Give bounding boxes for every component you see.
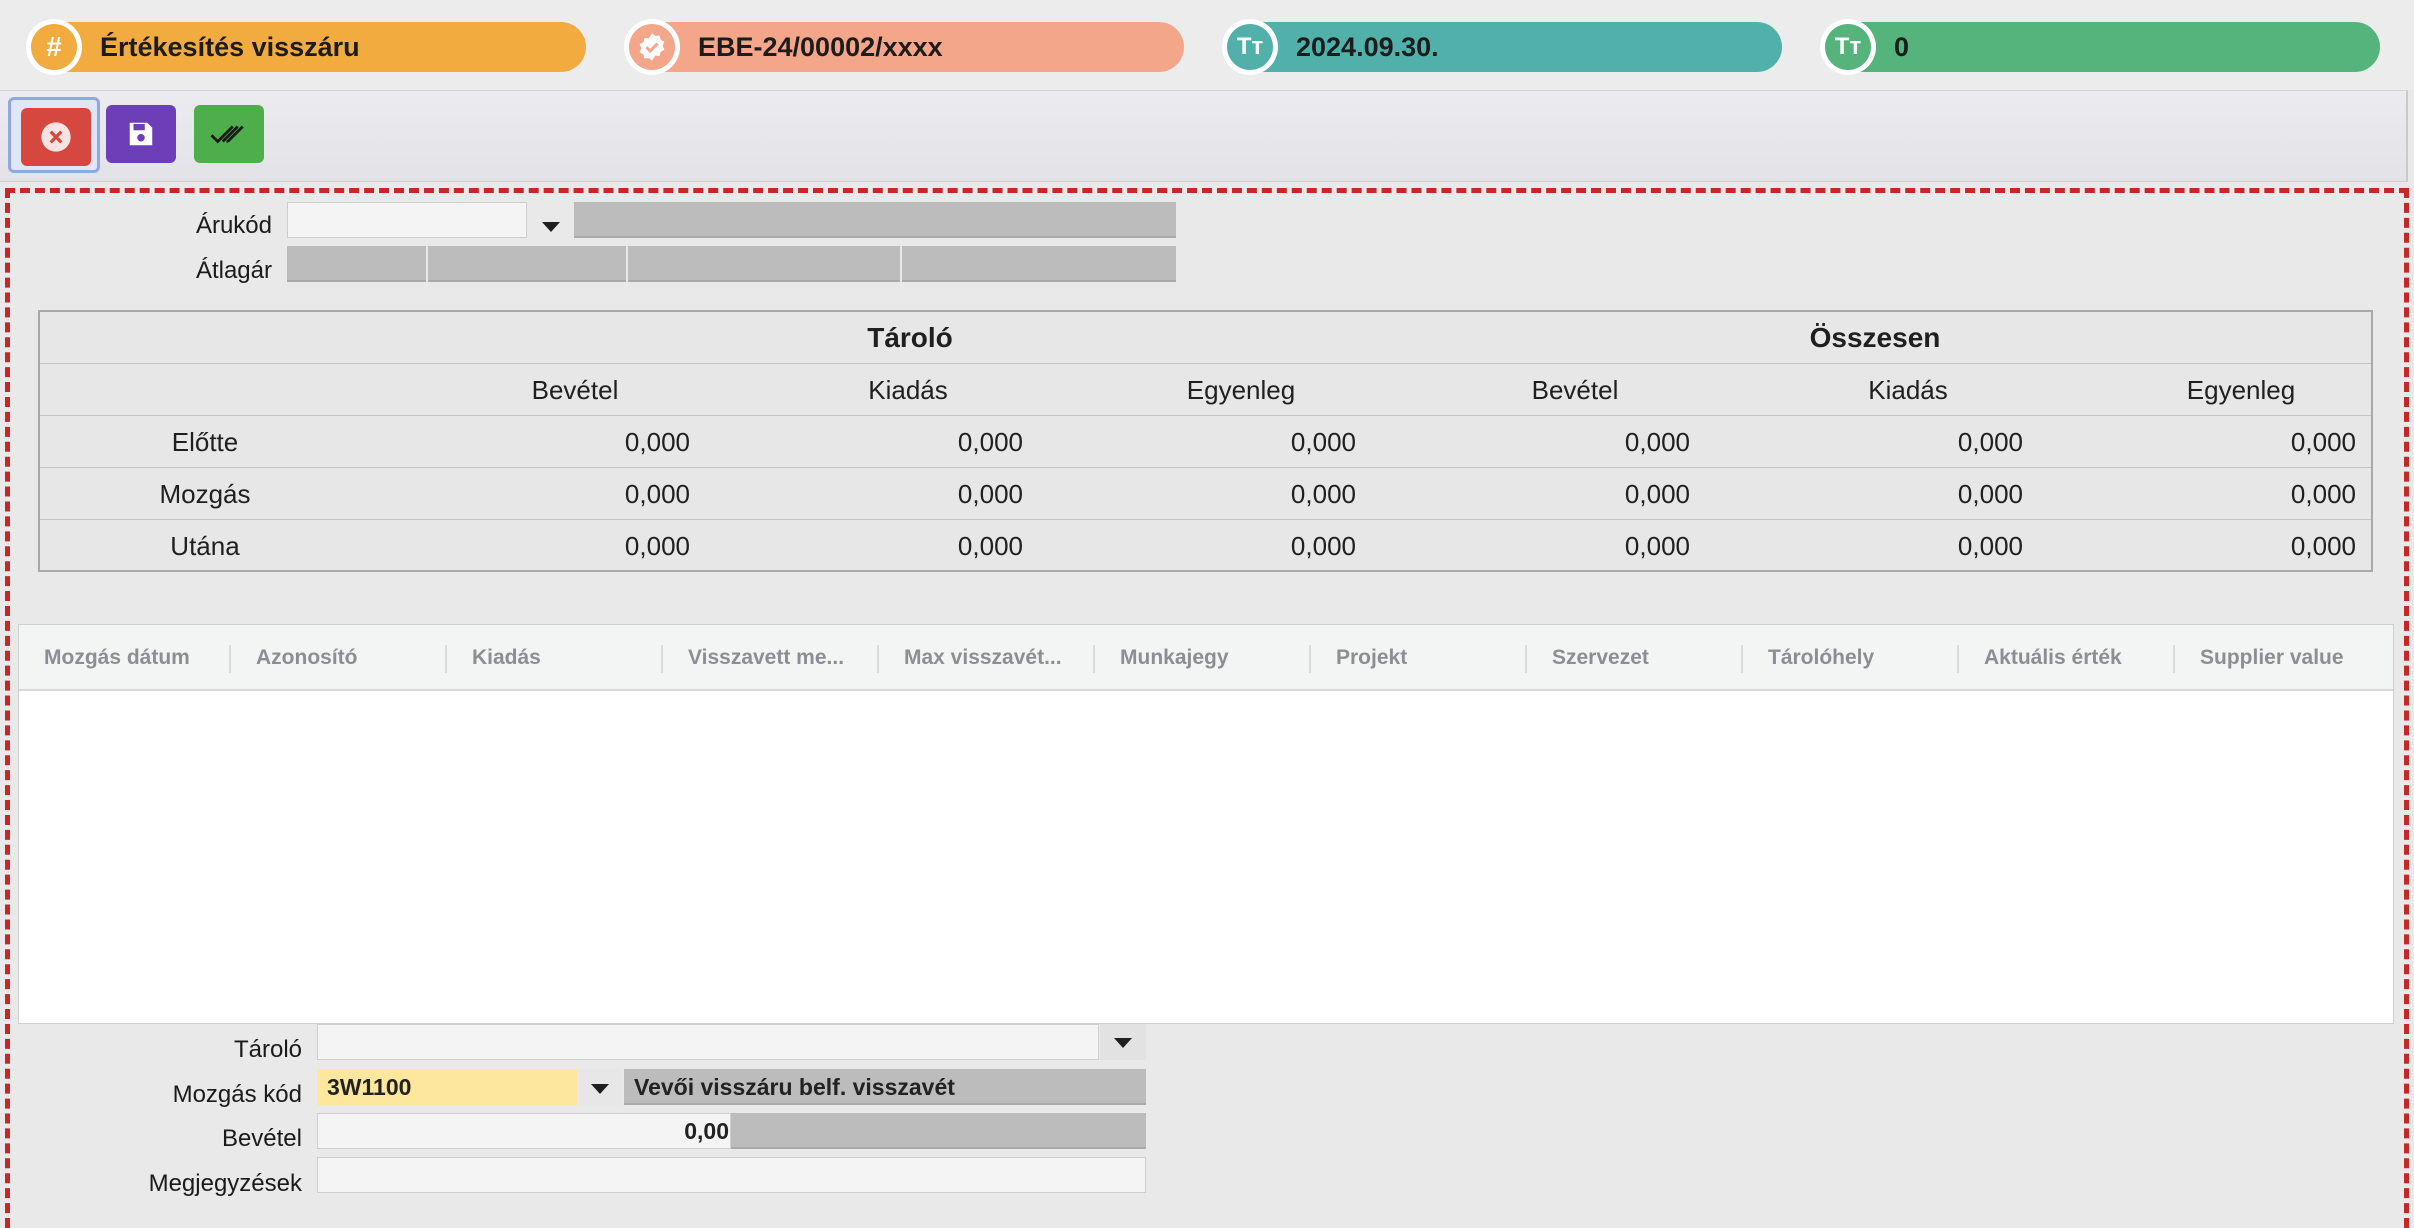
stat-value: 0,000 [1290,479,1356,509]
stock-summary-table: Tároló Összesen Bevétel Kiadás Egyenleg … [38,310,2373,572]
mozgas-kod-label: Mozgás kód [172,1081,302,1108]
count-pill[interactable]: Tт 0 [1820,19,2380,75]
stats-row-mozgas: Mozgás 0,000 0,000 0,000 0,000 0,000 0,0… [40,468,2371,520]
stat-value: 0,000 [624,427,690,457]
stat-value: 0,000 [1290,531,1356,561]
stat-value: 0,000 [1624,427,1690,457]
grid-column-header[interactable]: Supplier value [2175,625,2393,691]
stats-group-header-row: Tároló Összesen [40,312,2371,364]
arukod-input[interactable] [287,202,527,238]
close-circle-icon [41,122,71,152]
date-pill[interactable]: Tт 2024.09.30. [1222,19,1782,75]
tarolo-label: Tároló [233,1036,302,1063]
toolbar [0,90,2408,182]
stats-column-header-row: Bevétel Kiadás Egyenleg Bevétel Kiadás E… [40,364,2371,416]
bevetel-label: Bevétel [221,1125,302,1152]
header-bar: # Értékesítés visszáru EBE-24/00002/xxxx… [0,0,2414,90]
chevron-down-icon[interactable] [542,222,560,232]
doc-type-pill[interactable]: # Értékesítés visszáru [26,19,586,75]
stat-value: 0,000 [2290,427,2356,457]
grid-column-header[interactable]: Projekt [1311,625,1527,691]
arukod-label: Árukód [195,212,272,239]
col-header: Kiadás [868,375,948,405]
stat-value: 0,000 [957,531,1023,561]
stat-value: 0,000 [624,479,690,509]
stat-value: 0,000 [1957,531,2023,561]
mozgas-kod-description: Vevői visszáru belf. visszavét [624,1069,1146,1105]
text-size-icon: Tт [1820,19,1876,75]
megjegyzesek-label: Megjegyzések [148,1170,302,1197]
date-text: 2024.09.30. [1296,32,1439,62]
grid-column-header[interactable]: Mozgás dátum [19,625,235,691]
double-check-icon [210,125,244,144]
stats-row-utana: Utána 0,000 0,000 0,000 0,000 0,000 0,00… [40,520,2371,572]
save-button[interactable] [106,105,176,163]
atlagar-label: Átlagár [195,257,272,284]
grid-header: Mozgás dátum Azonosító Kiadás Visszavett… [19,625,2393,691]
finalize-button[interactable] [194,105,264,163]
atlagar-field-1 [287,246,426,282]
verified-badge-icon [624,19,680,75]
tarolo-select[interactable] [317,1024,1099,1060]
stat-value: 0,000 [1624,531,1690,561]
bevetel-input[interactable]: 0,00 [317,1113,731,1149]
grid-column-header[interactable]: Szervezet [1527,625,1743,691]
count-text: 0 [1894,32,1910,62]
stat-value: 0,000 [957,427,1023,457]
row-label: Előtte [171,427,239,457]
grid-column-header[interactable]: Max visszavét... [879,625,1095,691]
hash-icon: # [26,19,82,75]
cancel-button[interactable] [21,108,91,166]
arukod-name-field [574,202,1176,238]
mozgas-kod-input[interactable]: 3W1100 [317,1069,577,1105]
stat-value: 0,000 [1624,479,1690,509]
atlagar-field-3 [628,246,900,282]
group-header-osszesen: Összesen [1809,322,1941,353]
col-header: Bevétel [1531,375,1619,405]
stat-value: 0,000 [2290,479,2356,509]
save-icon [129,122,153,146]
stat-value: 0,000 [1957,479,2023,509]
movements-grid[interactable]: Mozgás dátum Azonosító Kiadás Visszavett… [18,624,2394,1024]
grid-column-header[interactable]: Azonosító [231,625,447,691]
row-label: Utána [170,531,240,561]
stat-value: 0,000 [957,479,1023,509]
atlagar-field-2 [428,246,626,282]
group-header-tarolo: Tároló [867,322,953,353]
col-header: Egyenleg [1186,375,1296,405]
stat-value: 0,000 [2290,531,2356,561]
chevron-down-icon [1114,1038,1132,1048]
stat-value: 0,000 [1957,427,2023,457]
text-size-icon: Tт [1222,19,1278,75]
grid-column-header[interactable]: Visszavett me... [663,625,879,691]
chevron-down-icon [591,1084,609,1094]
tarolo-dropdown-button[interactable] [1100,1024,1146,1060]
row-label: Mozgás [159,479,251,509]
mozgas-kod-dropdown-button[interactable] [578,1069,622,1105]
megjegyzesek-input[interactable] [317,1157,1146,1193]
doc-number-text: EBE-24/00002/xxxx [698,32,943,62]
stat-value: 0,000 [624,531,690,561]
grid-column-header[interactable]: Aktuális érték [1959,625,2175,691]
stat-value: 0,000 [1290,427,1356,457]
doc-number-pill[interactable]: EBE-24/00002/xxxx [624,19,1184,75]
stats-row-elotte: Előtte 0,000 0,000 0,000 0,000 0,000 0,0… [40,416,2371,468]
atlagar-field-4 [902,246,1176,282]
doc-type-text: Értékesítés visszáru [100,32,360,62]
cancel-button-focus [8,97,100,173]
col-header: Egyenleg [2186,375,2296,405]
bevetel-aux-field [731,1113,1146,1149]
grid-column-header[interactable]: Munkajegy [1095,625,1311,691]
col-header: Kiadás [1868,375,1948,405]
grid-column-header[interactable]: Kiadás [447,625,663,691]
grid-column-header[interactable]: Tárolóhely [1743,625,1959,691]
col-header: Bevétel [531,375,619,405]
